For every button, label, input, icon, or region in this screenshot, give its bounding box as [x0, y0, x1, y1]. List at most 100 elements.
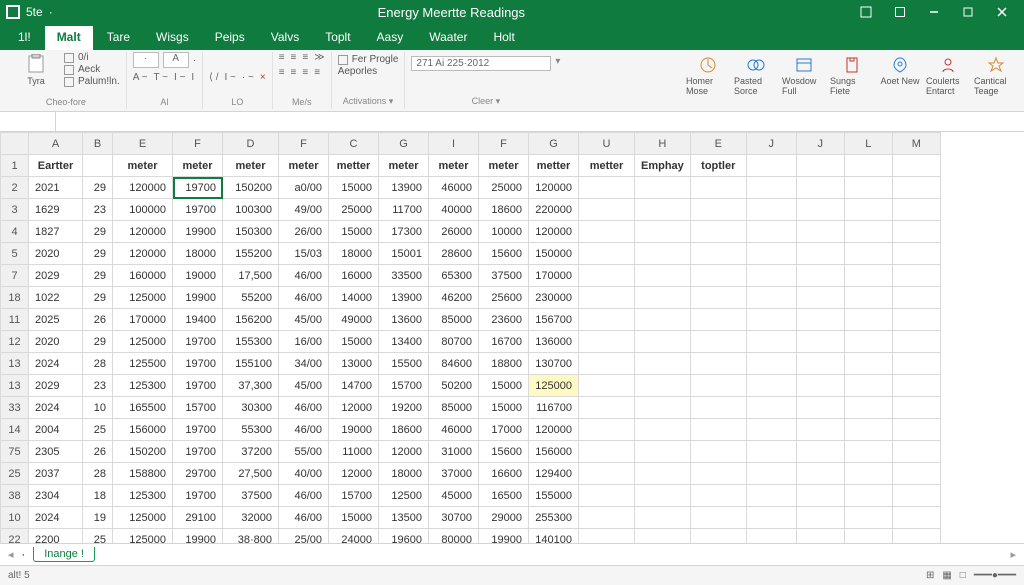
cell[interactable]: 19000 — [329, 419, 379, 441]
cell[interactable] — [635, 243, 691, 265]
cell[interactable] — [690, 397, 746, 419]
cell[interactable]: 15600 — [479, 243, 529, 265]
column-header[interactable]: L — [844, 133, 892, 155]
cell[interactable]: 230000 — [529, 287, 579, 309]
cell[interactable]: 80700 — [429, 331, 479, 353]
column-header[interactable]: I — [429, 133, 479, 155]
header-cell[interactable]: meter — [379, 155, 429, 177]
cell[interactable] — [892, 463, 940, 485]
cell[interactable] — [796, 397, 844, 419]
cell[interactable]: 156000 — [529, 441, 579, 463]
cell[interactable]: 49/00 — [279, 199, 329, 221]
cell[interactable]: 170000 — [113, 309, 173, 331]
cell[interactable] — [579, 485, 635, 507]
cell[interactable]: 31000 — [429, 441, 479, 463]
cell[interactable]: 125300 — [113, 375, 173, 397]
cell[interactable]: 12000 — [379, 441, 429, 463]
cell[interactable] — [579, 441, 635, 463]
cell[interactable] — [746, 507, 796, 529]
cell[interactable] — [635, 221, 691, 243]
cell[interactable] — [579, 243, 635, 265]
align-b2[interactable]: ≡ — [302, 67, 308, 78]
cell[interactable]: 13900 — [379, 177, 429, 199]
cell[interactable] — [579, 463, 635, 485]
cell[interactable] — [690, 353, 746, 375]
cell[interactable] — [746, 529, 796, 544]
cell[interactable] — [892, 309, 940, 331]
cell[interactable]: 50200 — [429, 375, 479, 397]
cell[interactable] — [690, 265, 746, 287]
cell[interactable] — [635, 353, 691, 375]
cell[interactable]: 120000 — [529, 419, 579, 441]
fmt2-1[interactable]: I ~ — [225, 72, 236, 83]
cell[interactable]: 26 — [83, 441, 113, 463]
header-cell[interactable]: metter — [529, 155, 579, 177]
cell[interactable] — [796, 177, 844, 199]
cell[interactable] — [892, 529, 940, 544]
align-2[interactable]: ≡ — [302, 52, 308, 63]
header-cell[interactable]: meter — [479, 155, 529, 177]
cell[interactable]: 13600 — [379, 309, 429, 331]
rr-add[interactable]: Aoet New — [878, 52, 922, 109]
cell[interactable] — [796, 309, 844, 331]
column-header[interactable]: F — [479, 133, 529, 155]
cell[interactable] — [892, 331, 940, 353]
cell[interactable] — [892, 485, 940, 507]
tab-2[interactable]: Tare — [95, 26, 142, 50]
cell[interactable]: 19900 — [173, 287, 223, 309]
cell[interactable]: 40/00 — [279, 463, 329, 485]
rr-paste[interactable]: Pasted Sorce — [734, 52, 778, 109]
column-header[interactable]: M — [892, 133, 940, 155]
cell[interactable]: 29000 — [479, 507, 529, 529]
column-header[interactable]: F — [173, 133, 223, 155]
tab-8[interactable]: Waater — [417, 26, 479, 50]
cell[interactable] — [690, 243, 746, 265]
cell[interactable] — [635, 507, 691, 529]
cell[interactable]: 15000 — [479, 375, 529, 397]
cell[interactable]: 155100 — [223, 353, 279, 375]
cell[interactable] — [844, 463, 892, 485]
rr-songs[interactable]: Sungs Fiete — [830, 52, 874, 109]
cell[interactable]: 19700 — [173, 353, 223, 375]
cell[interactable] — [796, 221, 844, 243]
row-header[interactable]: 10 — [1, 507, 29, 529]
cell[interactable] — [579, 309, 635, 331]
cell[interactable] — [746, 397, 796, 419]
cell[interactable]: 155000 — [529, 485, 579, 507]
cell[interactable]: 26000 — [429, 221, 479, 243]
cell[interactable]: 19700 — [173, 375, 223, 397]
tab-5[interactable]: Valvs — [259, 26, 311, 50]
cell[interactable]: 2021 — [29, 177, 83, 199]
cell[interactable]: 38·800 — [223, 529, 279, 544]
row-header[interactable]: 2 — [1, 177, 29, 199]
cell[interactable] — [844, 441, 892, 463]
cell[interactable] — [635, 331, 691, 353]
row-header[interactable]: 25 — [1, 463, 29, 485]
cell[interactable]: 26/00 — [279, 221, 329, 243]
font-opt-1[interactable]: T ~ — [153, 72, 168, 83]
cell[interactable]: 46/00 — [279, 397, 329, 419]
row-header[interactable]: 38 — [1, 485, 29, 507]
cell[interactable]: 19700 — [173, 331, 223, 353]
cell[interactable]: 150200 — [113, 441, 173, 463]
row-header[interactable]: 13 — [1, 353, 29, 375]
cell[interactable]: 37500 — [479, 265, 529, 287]
cell[interactable] — [796, 375, 844, 397]
cell[interactable]: 13500 — [379, 507, 429, 529]
window-minimize-icon[interactable] — [884, 0, 916, 24]
cell[interactable] — [579, 529, 635, 544]
cell[interactable] — [579, 419, 635, 441]
cell[interactable]: 165500 — [113, 397, 173, 419]
column-header[interactable]: A — [29, 133, 83, 155]
header-cell[interactable]: metter — [579, 155, 635, 177]
cell[interactable]: 18000 — [173, 243, 223, 265]
cell[interactable] — [892, 397, 940, 419]
cell[interactable]: 19200 — [379, 397, 429, 419]
column-header[interactable]: G — [379, 133, 429, 155]
cell[interactable]: 158800 — [113, 463, 173, 485]
cell[interactable]: 120000 — [113, 221, 173, 243]
cell[interactable]: 125500 — [113, 353, 173, 375]
cell[interactable] — [690, 419, 746, 441]
cell[interactable]: 156200 — [223, 309, 279, 331]
row-header[interactable]: 75 — [1, 441, 29, 463]
